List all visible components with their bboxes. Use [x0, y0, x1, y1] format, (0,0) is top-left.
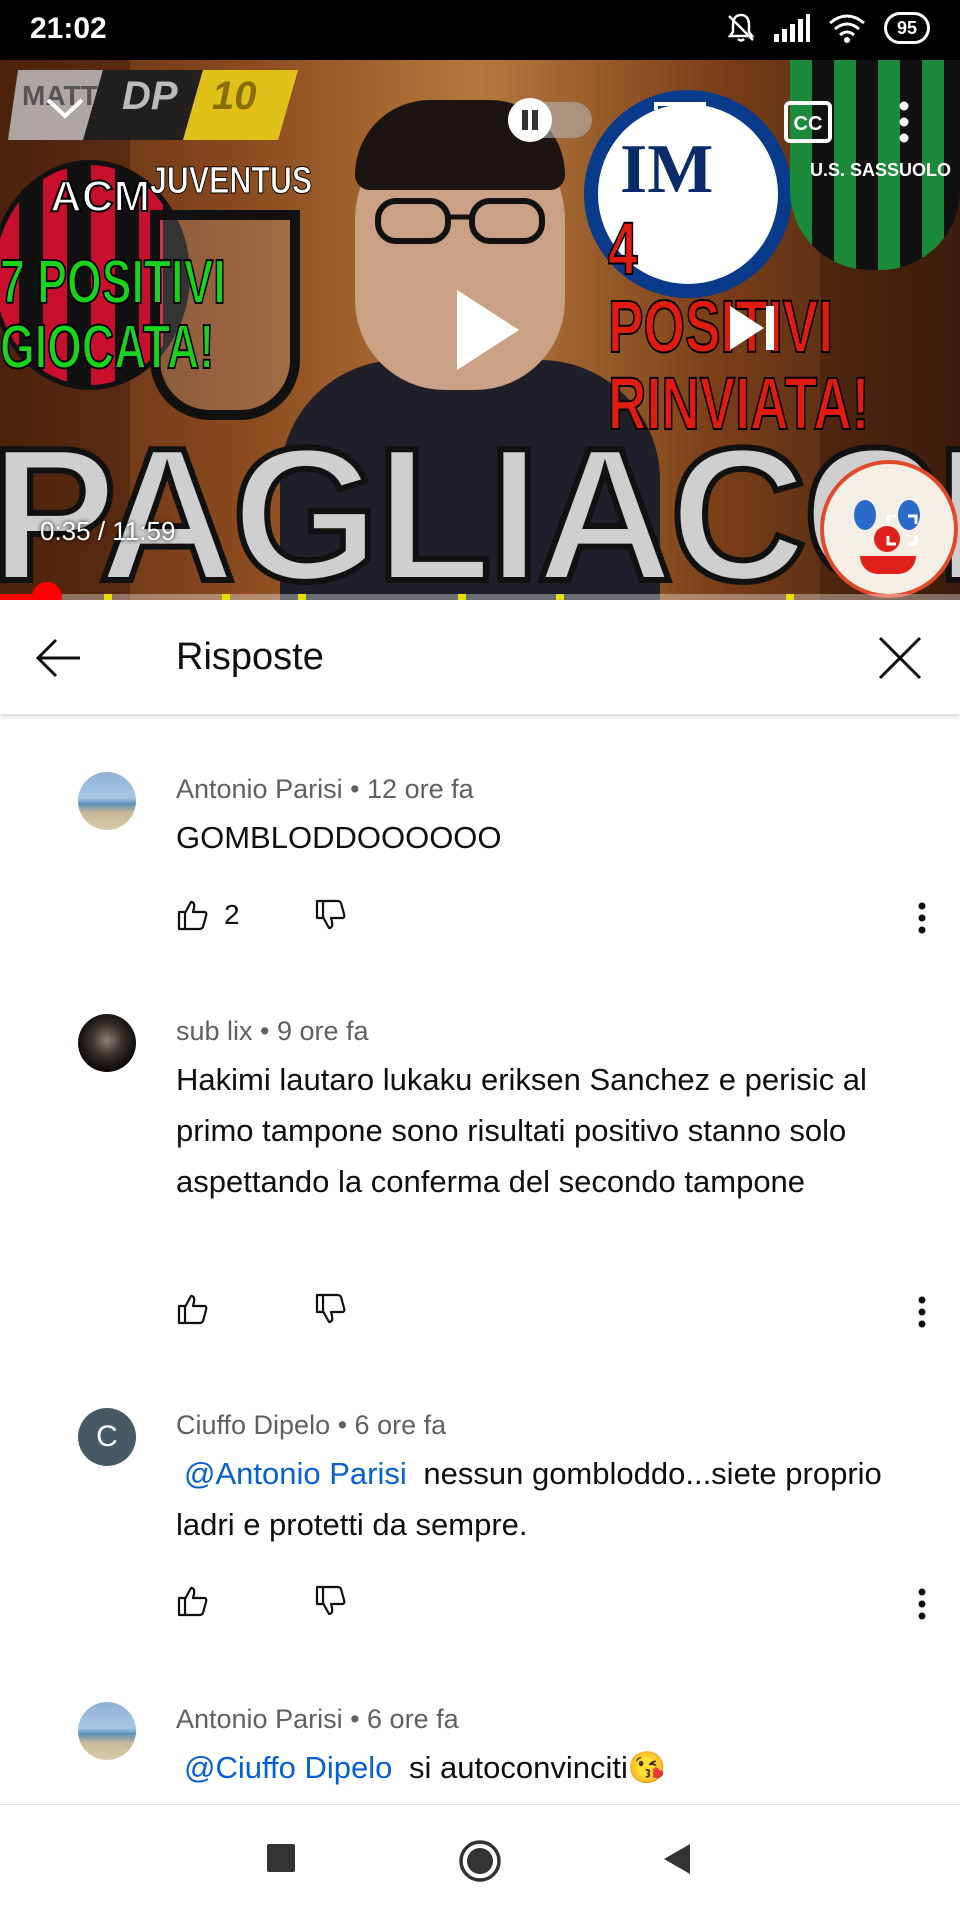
video-player[interactable]: ACM IM U.S. SASSUOLO MATT DP 10 JUVENTUS… — [0, 60, 960, 600]
captions-icon[interactable]: CC — [784, 100, 832, 144]
thumbs-down-icon[interactable] — [314, 1292, 348, 1326]
juventus-label: JUVENTUS — [150, 160, 313, 203]
more-options-icon[interactable] — [896, 100, 912, 144]
comment-body: si autoconvinciti😘 — [409, 1750, 667, 1785]
system-nav-bar — [0, 1804, 960, 1921]
presenter-glasses — [375, 198, 545, 244]
thumbs-up-icon — [177, 1586, 208, 1617]
back-arrow-icon[interactable] — [30, 630, 86, 686]
play-icon[interactable] — [455, 288, 521, 372]
thumbnail-green-line-1: 7 POSITIVI — [0, 248, 226, 317]
milan-crest-label: ACM — [49, 171, 151, 222]
playback-time: 0:35 / 11:59 — [40, 516, 176, 546]
cast-icon[interactable] — [652, 100, 708, 144]
channel-logo-text-3: 10 — [212, 74, 257, 118]
close-icon[interactable] — [872, 630, 928, 686]
avatar[interactable]: C — [78, 1408, 136, 1466]
comment-meta: Ciuffo Dipelo • 6 ore fa — [176, 1410, 447, 1440]
fullscreen-icon[interactable] — [886, 514, 918, 546]
battery-indicator: 95 — [883, 12, 930, 44]
wifi-icon — [829, 14, 865, 43]
comment-text: @Antonio Parisi nessun gombloddo...siete… — [176, 1448, 916, 1550]
like-count: 2 — [224, 899, 240, 930]
autoplay-pause-icon — [508, 98, 552, 142]
avatar[interactable] — [78, 772, 136, 830]
channel-logo-text-2: DP — [122, 74, 178, 118]
comment-text: Hakimi lautaro lukaku eriksen Sanchez e … — [176, 1062, 867, 1199]
thumbnail-title: PAGLIACCI — [0, 409, 960, 600]
replies-header: Risposte — [0, 600, 960, 714]
comment-actions: 2 — [176, 898, 936, 938]
comment-text: @Ciuffo Dipelo si autoconvinciti😘 — [176, 1742, 916, 1793]
status-bar: 21:02 95 — [0, 0, 960, 60]
svg-text:CC: CC — [794, 113, 823, 135]
thumbnail-green-text: 7 POSITIVI GIOCATA! — [0, 248, 226, 383]
home-icon[interactable] — [458, 1839, 502, 1883]
status-time: 21:02 — [30, 12, 107, 45]
more-vert-icon[interactable] — [902, 1292, 942, 1332]
like-button[interactable] — [176, 1292, 224, 1326]
mute-icon — [727, 13, 755, 42]
recents-icon[interactable] — [266, 1843, 296, 1873]
more-vert-icon[interactable] — [902, 1584, 942, 1624]
thumbnail-green-line-2: GIOCATA! — [0, 313, 215, 383]
thumbs-up-icon — [177, 1294, 208, 1325]
mention-link[interactable]: @Antonio Parisi — [176, 1456, 415, 1491]
autoplay-toggle[interactable] — [508, 98, 592, 142]
comment-actions — [176, 1292, 936, 1332]
like-button[interactable] — [176, 1584, 224, 1618]
comment-actions — [176, 1584, 936, 1624]
collapse-chevron-icon[interactable] — [40, 90, 90, 126]
signal-icon — [773, 14, 810, 42]
status-icons: 95 — [726, 12, 930, 44]
thumbs-down-icon[interactable] — [314, 1584, 348, 1618]
avatar[interactable] — [78, 1702, 136, 1760]
comment-meta: sub lix • 9 ore fa — [176, 1016, 369, 1046]
more-vert-icon[interactable] — [902, 898, 942, 938]
thumbs-up-icon — [177, 900, 208, 931]
page-title: Risposte — [176, 636, 324, 678]
avatar[interactable] — [78, 1014, 136, 1072]
sassuolo-label: U.S. SASSUOLO — [810, 160, 952, 180]
thumbs-down-icon[interactable] — [314, 898, 348, 932]
next-video-icon[interactable] — [728, 304, 778, 352]
comment-text: GOMBLODDOOOOOO — [176, 820, 502, 855]
mention-link[interactable]: @Ciuffo Dipelo — [176, 1750, 400, 1785]
back-nav-icon[interactable] — [662, 1843, 692, 1875]
comment-meta: Antonio Parisi • 12 ore fa — [176, 774, 474, 804]
like-button[interactable]: 2 — [176, 898, 240, 932]
comment-meta: Antonio Parisi • 6 ore fa — [176, 1704, 459, 1734]
